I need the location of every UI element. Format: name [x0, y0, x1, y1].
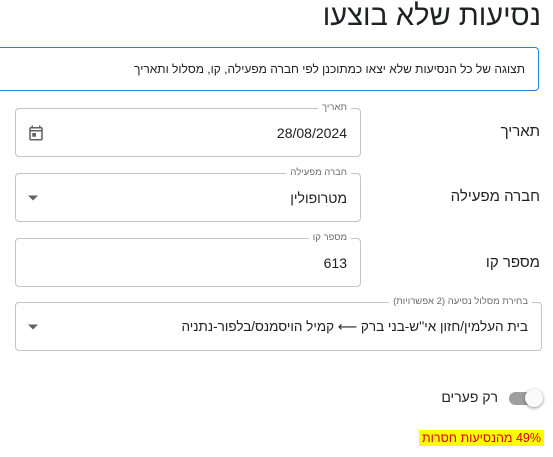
line-number-row-label: מספר קו: [485, 254, 540, 271]
info-banner: תצוגה של כל הנסיעות שלא יצאו כמתוכנן לפי…: [0, 47, 539, 91]
dropdown-arrow-icon[interactable]: [27, 323, 39, 331]
date-field-value: 28/08/2024: [276, 124, 347, 141]
route-select[interactable]: בחירת מסלול נסיעה (2 אפשרויות) בית העלמי…: [15, 296, 542, 351]
gaps-only-toggle-label: רק פערים: [441, 389, 498, 405]
date-field[interactable]: תאריך 28/08/2024: [15, 102, 361, 157]
info-banner-text: תצוגה של כל הנסיעות שלא יצאו כמתוכנן לפי…: [134, 62, 525, 76]
page: נסיעות שלא בוצעו תצוגה של כל הנסיעות שלא…: [0, 0, 553, 457]
operator-select-value: מטרופולין: [290, 189, 347, 206]
operator-row-label: חברה מפעילה: [450, 188, 540, 205]
route-select-legend: בחירת מסלול נסיעה (2 אפשרויות): [389, 296, 532, 308]
date-field-legend: תאריך: [318, 102, 351, 114]
calendar-icon[interactable]: [27, 124, 45, 142]
gaps-only-toggle[interactable]: [509, 389, 543, 407]
line-number-input-legend: מספר קו: [308, 232, 351, 244]
line-number-input-value: 613: [323, 254, 347, 271]
operator-select-legend: חברה מפעילה: [286, 167, 351, 179]
route-select-value: בית העלמין/חזון אי''ש-בני ברק ⟵ קמיל הוי…: [181, 318, 528, 334]
line-number-input[interactable]: מספר קו 613: [15, 232, 361, 287]
operator-select[interactable]: חברה מפעילה מטרופולין: [15, 167, 361, 222]
toggle-thumb[interactable]: [525, 389, 543, 407]
dropdown-arrow-icon[interactable]: [27, 194, 39, 202]
missing-rides-warning: 49% מהנסיעות חסרות: [419, 430, 544, 446]
date-row-label: תאריך: [500, 123, 540, 140]
page-title: נסיעות שלא בוצעו: [322, 0, 541, 32]
